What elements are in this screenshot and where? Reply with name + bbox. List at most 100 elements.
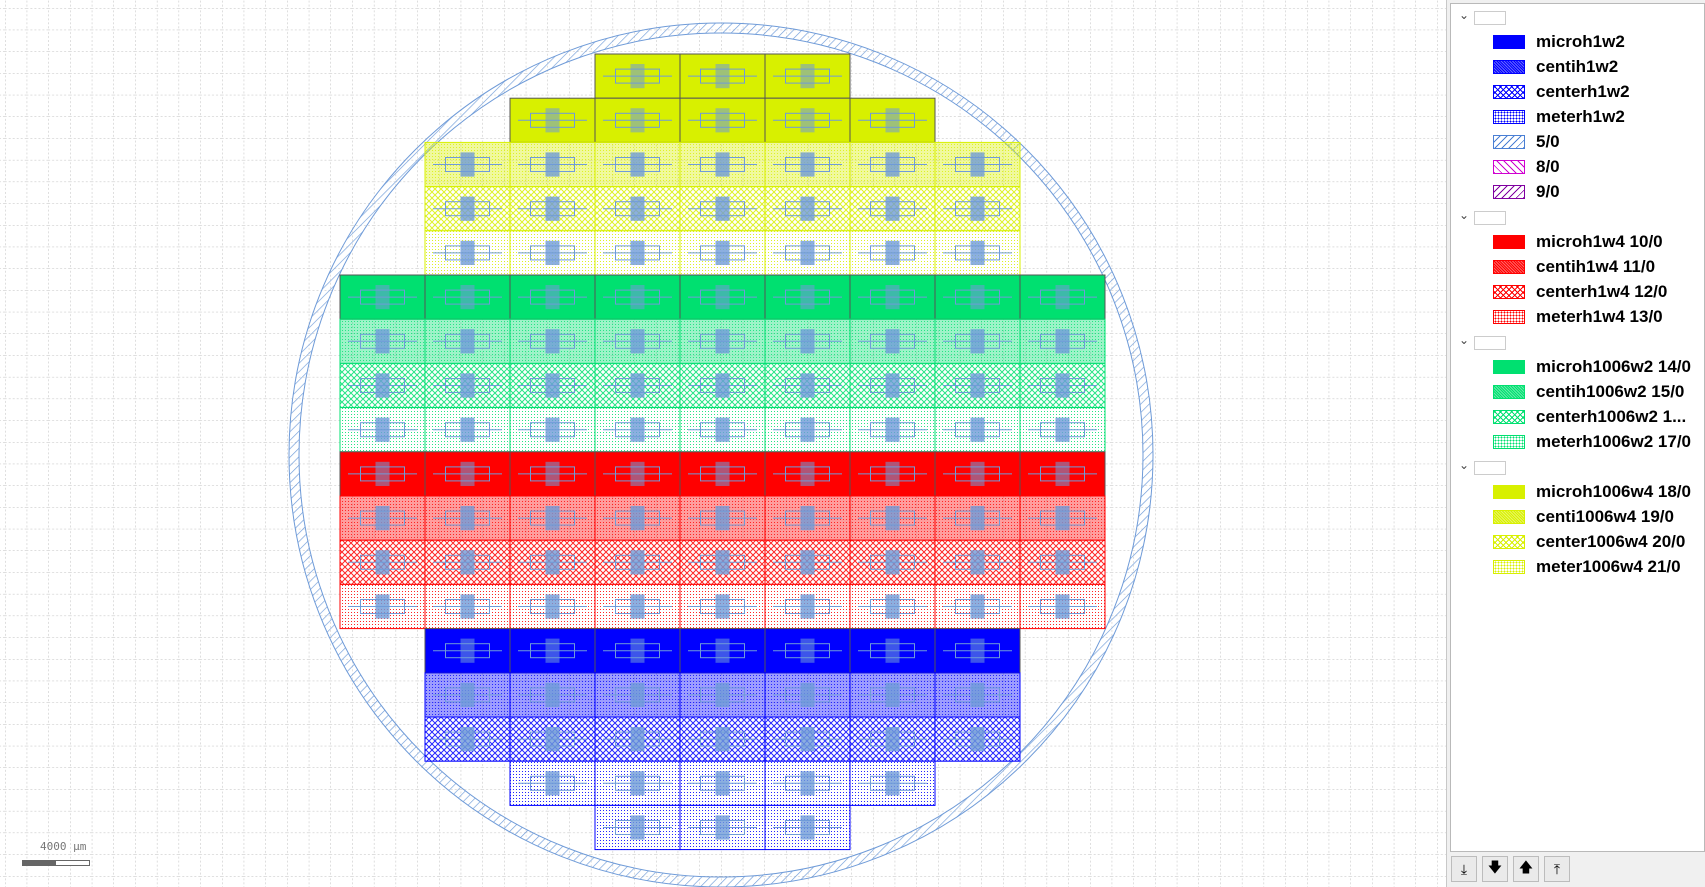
layer-row[interactable]: meterh1w2 (1451, 104, 1704, 129)
layer-row[interactable]: 5/0 (1451, 129, 1704, 154)
chevron-down-icon[interactable]: ⌄ (1457, 208, 1471, 222)
layer-swatch (1493, 285, 1525, 299)
die (509, 628, 596, 674)
move-to-bottom-button[interactable]: ⤓ (1451, 856, 1477, 882)
die (934, 141, 1021, 188)
chevron-down-icon[interactable]: ⌄ (1457, 458, 1471, 472)
layer-group-row[interactable]: ⌄ (1451, 454, 1704, 479)
layer-name: 8/0 (1536, 157, 1560, 176)
layer-swatch (1493, 535, 1525, 549)
die (934, 539, 1021, 585)
layer-name: centerh1w4 12/0 (1536, 282, 1668, 301)
die (594, 804, 681, 851)
layer-name: meterh1w4 13/0 (1536, 307, 1663, 326)
die (594, 230, 681, 276)
die (764, 407, 851, 453)
layer-row[interactable]: center1006w4 20/0 (1451, 529, 1704, 554)
die (509, 583, 596, 630)
die (764, 804, 851, 851)
layer-row[interactable]: meterh1w4 13/0 (1451, 304, 1704, 329)
layer-swatch (1493, 60, 1525, 74)
layer-swatch (1493, 160, 1525, 174)
die (764, 230, 851, 276)
layer-row[interactable]: centih1w2 (1451, 54, 1704, 79)
die (849, 186, 936, 232)
die (424, 451, 511, 497)
layer-swatch (1493, 510, 1525, 524)
die (424, 186, 511, 232)
die (594, 141, 681, 188)
layer-row[interactable]: centi1006w4 19/0 (1451, 504, 1704, 529)
die (849, 97, 936, 143)
die (849, 141, 936, 188)
layer-name: meterh1006w2 17/0 (1536, 432, 1691, 451)
die (424, 583, 511, 630)
die (509, 407, 596, 453)
layer-swatch (1493, 135, 1525, 149)
move-to-top-button[interactable]: ⤒ (1544, 856, 1570, 882)
layer-row[interactable]: microh1w2 (1451, 29, 1704, 54)
layer-row[interactable]: centerh1w4 12/0 (1451, 279, 1704, 304)
wafer-layout[interactable] (0, 0, 1446, 887)
die (1019, 362, 1106, 409)
layer-row[interactable]: microh1006w4 18/0 (1451, 479, 1704, 504)
die (509, 495, 596, 541)
chevron-down-icon[interactable]: ⌄ (1457, 8, 1471, 22)
layer-swatch (1493, 35, 1525, 49)
layer-row[interactable]: centerh1006w2 1... (1451, 404, 1704, 429)
die (594, 716, 681, 762)
die (509, 716, 596, 762)
die (339, 451, 426, 497)
die (1019, 274, 1106, 320)
move-down-button[interactable]: 🡇 (1482, 856, 1508, 882)
layer-row[interactable]: microh1w4 10/0 (1451, 229, 1704, 254)
die (679, 451, 766, 497)
die (1019, 539, 1106, 585)
layout-canvas[interactable]: 4000 µm (0, 0, 1446, 887)
die (679, 804, 766, 851)
die (339, 318, 426, 364)
layer-row[interactable]: 9/0 (1451, 179, 1704, 204)
die (849, 583, 936, 630)
scale-bar-label: 4000 µm (40, 840, 87, 853)
die (424, 362, 511, 409)
layer-group-row[interactable]: ⌄ (1451, 204, 1704, 229)
die (764, 362, 851, 409)
layer-row[interactable]: meterh1006w2 17/0 (1451, 429, 1704, 454)
layer-group-row[interactable]: ⌄ (1451, 329, 1704, 354)
die (764, 716, 851, 762)
die (679, 53, 766, 99)
die (594, 760, 681, 806)
die (934, 716, 1021, 762)
group-swatch (1474, 461, 1506, 475)
layer-swatch (1493, 110, 1525, 124)
die (594, 539, 681, 585)
layer-group-row[interactable]: ⌄ (1451, 4, 1704, 29)
layer-list[interactable]: ⌄ microh1w2 centih1w2 centerh1w2 meterh1w2 5/… (1450, 3, 1705, 852)
layer-row[interactable]: microh1006w2 14/0 (1451, 354, 1704, 379)
die (594, 628, 681, 674)
layer-row[interactable]: centerh1w2 (1451, 79, 1704, 104)
die (934, 495, 1021, 541)
die (764, 141, 851, 188)
layer-row[interactable]: centih1w4 11/0 (1451, 254, 1704, 279)
layer-name: centi1006w4 19/0 (1536, 507, 1674, 526)
die (424, 230, 511, 276)
move-up-button[interactable]: 🡅 (1513, 856, 1539, 882)
die (679, 97, 766, 143)
chevron-down-icon[interactable]: ⌄ (1457, 333, 1471, 347)
layer-swatch (1493, 235, 1525, 249)
die (594, 451, 681, 497)
layer-swatch (1493, 560, 1525, 574)
layer-row[interactable]: meter1006w4 21/0 (1451, 554, 1704, 579)
die (339, 407, 426, 453)
group-swatch (1474, 211, 1506, 225)
die (764, 760, 851, 806)
die-array (339, 53, 1106, 851)
die (764, 274, 851, 320)
layer-row[interactable]: 8/0 (1451, 154, 1704, 179)
die (509, 451, 596, 497)
layer-row[interactable]: centih1006w2 15/0 (1451, 379, 1704, 404)
die (934, 672, 1021, 718)
die (424, 141, 511, 188)
